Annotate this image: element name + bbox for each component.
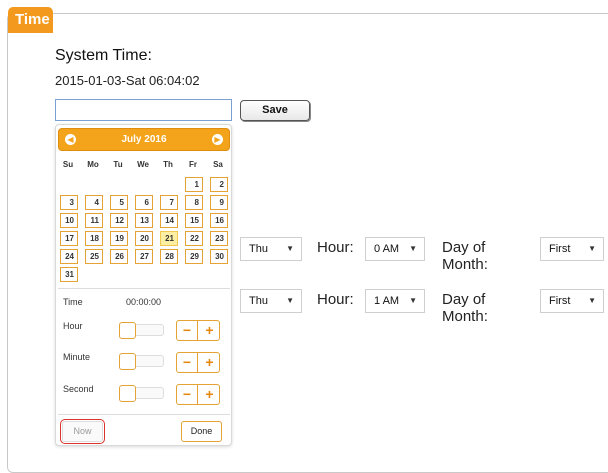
weekday-label: We xyxy=(137,160,149,169)
hour-value: 1 AM xyxy=(374,295,400,307)
chevron-down-icon: ▼ xyxy=(409,244,417,253)
month-title: July 2016 xyxy=(121,134,167,145)
day-cell[interactable]: 29 xyxy=(185,249,203,264)
chevron-down-icon: ▼ xyxy=(286,296,294,305)
day-cell[interactable]: 6 xyxy=(135,195,153,210)
day-cell[interactable]: 16 xyxy=(210,213,228,228)
minute-stepper[interactable]: − + xyxy=(176,352,220,373)
hour-stepper[interactable]: − + xyxy=(176,320,220,341)
day-cell[interactable]: 13 xyxy=(135,213,153,228)
day-cell[interactable]: 11 xyxy=(85,213,103,228)
weekday-label: Th xyxy=(163,160,173,169)
time-value: 00:00:00 xyxy=(126,297,162,307)
plus-icon[interactable]: + xyxy=(199,353,219,372)
day-cell[interactable]: 2 xyxy=(210,177,228,192)
day-of-month-select-1[interactable]: First ▼ xyxy=(540,237,604,261)
hour-select-1[interactable]: 0 AM ▼ xyxy=(365,237,425,261)
save-button[interactable]: Save xyxy=(240,100,310,121)
weekday-label: Sa xyxy=(213,160,223,169)
day-cell[interactable]: 17 xyxy=(60,231,78,246)
day-of-week-value: Thu xyxy=(249,295,268,307)
day-of-month-value: First xyxy=(549,243,571,255)
divider xyxy=(58,288,230,289)
day-cell[interactable]: 19 xyxy=(110,231,128,246)
day-cell[interactable]: 23 xyxy=(210,231,228,246)
day-cell[interactable]: 8 xyxy=(185,195,203,210)
day-of-week-value: Thu xyxy=(249,243,268,255)
plus-icon[interactable]: + xyxy=(199,321,219,340)
day-cell[interactable]: 15 xyxy=(185,213,203,228)
hour-label-1: Hour: xyxy=(317,239,354,256)
day-cell[interactable]: 28 xyxy=(160,249,178,264)
day-cell[interactable]: 31 xyxy=(60,267,78,282)
chevron-left-icon[interactable]: ◀ xyxy=(65,134,76,145)
day-cell[interactable]: 18 xyxy=(85,231,103,246)
second-slider-label: Second xyxy=(63,384,94,394)
day-cell[interactable]: 20 xyxy=(135,231,153,246)
day-cell-today[interactable]: 21 xyxy=(160,231,178,246)
second-stepper[interactable]: − + xyxy=(176,384,220,405)
datetime-picker: ◀ July 2016 ▶ Su Mo Tu We Th Fr Sa 1 2 3 4 5 6 7 8 9 10… xyxy=(55,124,232,446)
day-cell[interactable]: 3 xyxy=(60,195,78,210)
chevron-right-icon[interactable]: ▶ xyxy=(212,134,223,145)
plus-icon[interactable]: + xyxy=(199,385,219,404)
now-button[interactable]: Now xyxy=(60,419,105,444)
day-cell[interactable]: 10 xyxy=(60,213,78,228)
hour-label-2: Hour: xyxy=(317,291,354,308)
day-of-month-value: First xyxy=(549,295,571,307)
day-cell[interactable]: 1 xyxy=(185,177,203,192)
day-of-month-label-2: Day of Month: xyxy=(442,291,488,325)
system-time-value: 2015-01-03-Sat 06:04:02 xyxy=(55,73,200,88)
day-cell[interactable]: 24 xyxy=(60,249,78,264)
minute-slider-label: Minute xyxy=(63,352,91,362)
hour-select-2[interactable]: 1 AM ▼ xyxy=(365,289,425,313)
datepicker-header: ◀ July 2016 ▶ xyxy=(58,128,230,151)
minus-icon[interactable]: − xyxy=(177,385,198,404)
weekday-label: Su xyxy=(62,160,74,169)
time-tab[interactable]: Time xyxy=(8,7,53,33)
hour-slider-label: Hour xyxy=(63,321,83,331)
chevron-down-icon: ▼ xyxy=(409,296,417,305)
day-cell[interactable]: 7 xyxy=(160,195,178,210)
day-cell[interactable]: 22 xyxy=(185,231,203,246)
hour-slider[interactable] xyxy=(119,322,164,339)
day-of-week-select-2[interactable]: Thu ▼ xyxy=(240,289,302,313)
time-label: Time xyxy=(63,297,83,307)
day-cell[interactable]: 12 xyxy=(110,213,128,228)
weekday-label: Fr xyxy=(189,160,197,169)
day-cell[interactable]: 4 xyxy=(85,195,103,210)
day-cell[interactable]: 27 xyxy=(135,249,153,264)
day-cell[interactable]: 26 xyxy=(110,249,128,264)
day-cell[interactable]: 25 xyxy=(85,249,103,264)
day-of-month-label-1: Day of Month: xyxy=(442,239,488,273)
weekday-label: Mo xyxy=(87,160,99,169)
weekday-label: Tu xyxy=(113,160,123,169)
day-of-week-select-1[interactable]: Thu ▼ xyxy=(240,237,302,261)
day-cell[interactable]: 30 xyxy=(210,249,228,264)
chevron-down-icon: ▼ xyxy=(588,296,596,305)
minus-icon[interactable]: − xyxy=(177,321,198,340)
done-button[interactable]: Done xyxy=(181,421,222,442)
day-of-month-select-2[interactable]: First ▼ xyxy=(540,289,604,313)
system-time-title: System Time: xyxy=(55,47,152,64)
chevron-down-icon: ▼ xyxy=(588,244,596,253)
day-cell[interactable]: 5 xyxy=(110,195,128,210)
day-cell[interactable]: 14 xyxy=(160,213,178,228)
system-time-input[interactable] xyxy=(55,99,232,121)
second-slider[interactable] xyxy=(119,385,164,402)
minute-slider[interactable] xyxy=(119,353,164,370)
slider-handle[interactable] xyxy=(119,353,136,370)
slider-handle[interactable] xyxy=(119,385,136,402)
chevron-down-icon: ▼ xyxy=(286,244,294,253)
day-cell[interactable]: 9 xyxy=(210,195,228,210)
slider-handle[interactable] xyxy=(119,322,136,339)
divider xyxy=(58,414,230,415)
minus-icon[interactable]: − xyxy=(177,353,198,372)
hour-value: 0 AM xyxy=(374,243,400,255)
